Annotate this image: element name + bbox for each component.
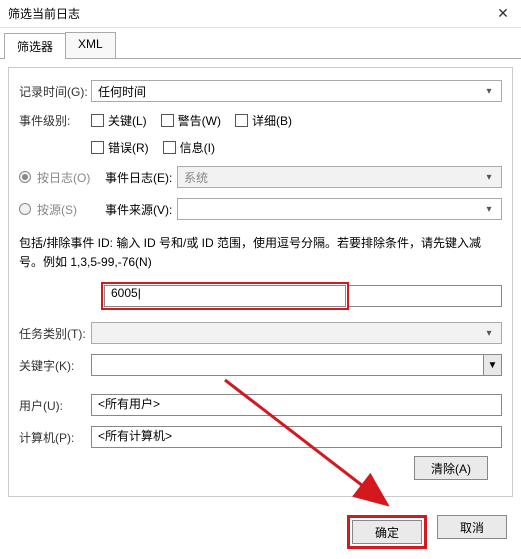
checkbox-icon [91, 114, 104, 127]
checkbox-icon [235, 114, 248, 127]
close-icon: ✕ [497, 5, 509, 22]
cancel-button[interactable]: 取消 [437, 515, 507, 539]
radio-by-log [19, 171, 31, 183]
chevron-down-icon: ▾ [481, 172, 497, 183]
label-user: 用户(U): [19, 397, 91, 414]
user-input[interactable]: <所有用户> [91, 394, 502, 416]
checkbox-icon [163, 141, 176, 154]
tab-filter[interactable]: 筛选器 [4, 33, 66, 59]
select-log-time-value: 任何时间 [98, 83, 146, 100]
label-event-log: 事件日志(E): [105, 169, 177, 186]
label-by-log: 按日志(O) [37, 169, 90, 186]
checkbox-icon [91, 141, 104, 154]
chevron-down-icon: ▾ [481, 328, 497, 339]
user-input-value: <所有用户> [98, 397, 160, 411]
checkbox-error-label: 错误(R) [108, 139, 149, 156]
label-by-source: 按源(S) [37, 201, 77, 218]
computer-input-value: <所有计算机> [98, 429, 172, 443]
help-text: 包括/排除事件 ID: 输入 ID 号和/或 ID 范围，使用逗号分隔。若要排除… [19, 234, 502, 272]
select-event-log-value: 系统 [184, 169, 208, 186]
label-task-category: 任务类别(T): [19, 325, 91, 342]
caret-icon: | [138, 286, 141, 300]
computer-input[interactable]: <所有计算机> [91, 426, 502, 448]
event-id-value: 6005 [111, 286, 138, 300]
checkbox-critical[interactable]: 关键(L) [91, 112, 147, 129]
checkbox-info[interactable]: 信息(I) [163, 139, 215, 156]
label-event-level: 事件级别: [19, 112, 91, 129]
radio-by-source [19, 203, 31, 215]
checkbox-critical-label: 关键(L) [108, 112, 147, 129]
select-log-time[interactable]: 任何时间 ▾ [91, 80, 502, 102]
window-title: 筛选当前日志 [8, 5, 80, 22]
chevron-down-icon: ▾ [481, 204, 497, 215]
checkbox-verbose-label: 详细(B) [252, 112, 292, 129]
event-id-input[interactable]: 6005| [104, 285, 346, 307]
label-log-time: 记录时间(G): [19, 83, 91, 100]
label-computer: 计算机(P): [19, 429, 91, 446]
label-event-source: 事件来源(V): [105, 201, 177, 218]
checkbox-verbose[interactable]: 详细(B) [235, 112, 292, 129]
select-event-log: 系统 ▾ [177, 166, 502, 188]
tab-xml[interactable]: XML [65, 32, 116, 58]
label-keywords: 关键字(K): [19, 357, 91, 374]
select-task-category: ▾ [91, 322, 502, 344]
ok-button[interactable]: 确定 [352, 520, 422, 544]
chevron-down-icon: ▾ [481, 86, 497, 97]
clear-button[interactable]: 清除(A) [414, 456, 488, 480]
chevron-down-icon: ▼ [483, 355, 501, 375]
select-event-source[interactable]: ▾ [177, 198, 502, 220]
checkbox-warning[interactable]: 警告(W) [161, 112, 221, 129]
checkbox-info-label: 信息(I) [180, 139, 215, 156]
event-id-input-extra[interactable] [349, 285, 502, 307]
checkbox-icon [161, 114, 174, 127]
select-keywords[interactable]: ▼ [91, 354, 502, 376]
checkbox-warning-label: 警告(W) [178, 112, 221, 129]
close-button[interactable]: ✕ [485, 0, 521, 28]
checkbox-error[interactable]: 错误(R) [91, 139, 149, 156]
